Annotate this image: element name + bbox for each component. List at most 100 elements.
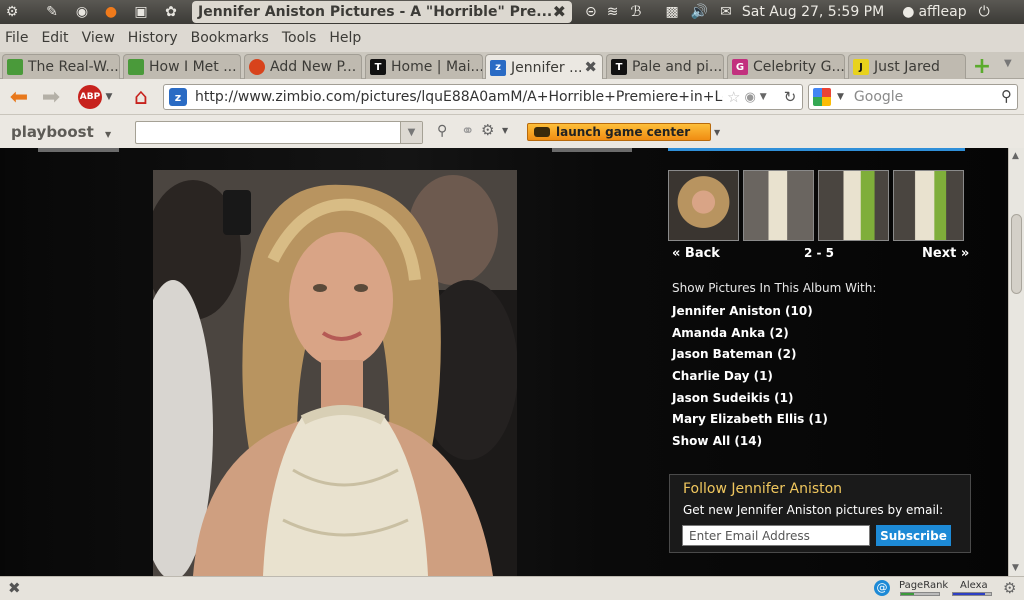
thumbnail[interactable] — [818, 170, 889, 241]
show-all-link[interactable]: Show All (14) — [672, 434, 828, 456]
tray-icons: ⊝ ≋ ℬ ▩ 🔊 ✉ Sat Aug 27, 5:59 PM ● afflea… — [585, 2, 990, 22]
select-dropdown-icon[interactable]: ▼ — [400, 122, 422, 143]
forward-arrow-icon[interactable]: ➡ — [38, 84, 64, 110]
battery-icon[interactable]: ▩ — [665, 4, 678, 20]
gear-dropdown-icon[interactable]: ▼ — [502, 126, 508, 135]
menu-file[interactable]: File — [5, 30, 28, 46]
alexa-meter — [952, 592, 992, 596]
adblock-dropdown-icon[interactable]: ▼ — [104, 84, 114, 110]
menu-history[interactable]: History — [128, 30, 178, 46]
tab-list-dropdown-icon[interactable]: ▼ — [1004, 58, 1012, 69]
album-person-link[interactable]: Mary Elizabeth Ellis (1) — [672, 412, 828, 434]
site-favicon-icon: z — [169, 88, 187, 106]
thumbnail[interactable] — [893, 170, 964, 241]
back-arrow-icon[interactable]: ⬅ — [6, 84, 32, 110]
search-engine-dropdown-icon[interactable]: ▼ — [837, 92, 844, 102]
scrollbar-thumb[interactable] — [1011, 214, 1022, 294]
pagerank-label: PageRank — [899, 580, 949, 591]
system-panel: ⚙ ✎ ◉ ● ▣ ✿ Jennifer Aniston Pictures - … — [0, 0, 1024, 24]
close-window-icon[interactable]: ✖ — [553, 2, 566, 21]
search-input[interactable]: Google — [854, 89, 903, 105]
scroll-up-arrow-icon[interactable]: ▲ — [1012, 151, 1019, 161]
tab-label: How I Met ... — [149, 59, 237, 75]
menu-bookmarks[interactable]: Bookmarks — [191, 30, 269, 46]
google-icon[interactable] — [813, 88, 831, 106]
tab-just-jared[interactable]: J Just Jared — [848, 54, 966, 79]
tab-pale-and-pink[interactable]: T Pale and pi... — [606, 54, 724, 79]
url-bar[interactable]: z http://www.zimbio.com/pictures/lquE88A… — [163, 84, 803, 110]
navigation-bar: ⬅ ➡ ABP ▼ ⌂ z http://www.zimbio.com/pict… — [0, 79, 1024, 115]
page-scrollbar[interactable]: ▲ ▼ — [1008, 148, 1024, 576]
album-person-link[interactable]: Jason Sudeikis (1) — [672, 391, 828, 413]
tab-jennifer-aniston[interactable]: z Jennifer ... ✖ — [485, 54, 603, 80]
main-photo[interactable] — [153, 170, 517, 576]
playboost-search-icon[interactable]: ⚲ — [437, 123, 447, 139]
email-input[interactable] — [682, 525, 870, 546]
adblock-icon[interactable]: ABP — [78, 84, 102, 110]
playboost-menu-icon[interactable]: ▼ — [105, 130, 111, 139]
thumbnail[interactable] — [668, 170, 739, 241]
minimize-icon[interactable]: ⊝ — [585, 4, 597, 20]
bookmark-star-icon[interactable]: ☆ — [727, 88, 740, 106]
power-icon[interactable]: ⏻ — [979, 4, 990, 20]
pagerank-icon[interactable]: ◉ — [744, 90, 755, 105]
volume-icon[interactable]: 🔊 — [691, 4, 708, 20]
menu-bar: File Edit View History Bookmarks Tools H… — [0, 24, 1024, 52]
album-person-link[interactable]: Jason Bateman (2) — [672, 347, 828, 369]
menu-tools[interactable]: Tools — [282, 30, 317, 46]
notes-icon[interactable]: ✎ — [41, 2, 63, 22]
home-icon[interactable]: ⌂ — [128, 84, 154, 110]
back-link[interactable]: « Back — [672, 246, 720, 261]
tab-close-icon[interactable]: ✖ — [584, 58, 597, 76]
subscribe-button[interactable]: Subscribe — [876, 525, 951, 546]
clock[interactable]: Sat Aug 27, 5:59 PM — [742, 4, 884, 20]
album-person-link[interactable]: Amanda Anka (2) — [672, 326, 828, 348]
ubuntu-logo-icon[interactable]: ⚙ — [1, 2, 23, 22]
close-statusbar-icon[interactable]: ✖ — [8, 579, 21, 597]
tab-favicon-icon — [128, 59, 144, 75]
search-bar[interactable]: ▼ Google ⚲ — [808, 84, 1018, 110]
window-title[interactable]: Jennifer Aniston Pictures - A "Horrible"… — [192, 1, 572, 23]
tab-real-world[interactable]: The Real-W... — [2, 54, 120, 79]
addon-gear-icon[interactable]: ⚙ — [1003, 579, 1016, 597]
menu-view[interactable]: View — [82, 30, 115, 46]
nav-tab-indicator[interactable] — [38, 148, 119, 152]
playboost-search-select[interactable]: ▼ — [135, 121, 423, 144]
menu-help[interactable]: Help — [329, 30, 361, 46]
bluetooth-icon[interactable]: ℬ — [630, 4, 641, 20]
playboost-toolbar: playboost ▼ ▼ ⚲ ⚭ ⚙ ▼ launch game center… — [0, 115, 1024, 148]
gear-icon[interactable]: ⚙ — [481, 121, 494, 139]
menu-edit[interactable]: Edit — [41, 30, 68, 46]
mail-icon[interactable]: ✉ — [720, 4, 732, 20]
pager-range: 2 - 5 — [804, 246, 835, 260]
firefox-icon[interactable]: ● — [100, 2, 122, 22]
playboost-logo[interactable]: playboost ▼ — [11, 123, 111, 141]
scroll-down-arrow-icon[interactable]: ▼ — [1012, 563, 1019, 573]
url-dropdown-icon[interactable]: ▼ — [760, 92, 767, 102]
album-person-link[interactable]: Jennifer Aniston (10) — [672, 304, 828, 326]
launcher-icon[interactable]: ▣ — [130, 2, 152, 22]
launch-dropdown-icon[interactable]: ▼ — [714, 128, 720, 137]
search-magnifier-icon[interactable]: ⚲ — [1001, 87, 1012, 105]
tab-favicon-icon: G — [732, 59, 748, 75]
tab-favicon-icon: J — [853, 59, 869, 75]
album-heading: Show Pictures In This Album With: — [672, 281, 877, 295]
tab-how-i-met[interactable]: How I Met ... — [123, 54, 241, 79]
new-tab-button[interactable]: + — [970, 54, 994, 79]
user-name[interactable]: affleap — [918, 4, 966, 20]
at-sign-icon[interactable]: @ — [874, 580, 890, 596]
next-link[interactable]: Next » — [922, 246, 969, 261]
follow-description: Get new Jennifer Aniston pictures by ema… — [683, 503, 944, 517]
settings-icon[interactable]: ◉ — [71, 2, 93, 22]
reload-icon[interactable]: ↻ — [780, 84, 800, 110]
tab-add-new-post[interactable]: Add New P... — [244, 54, 362, 79]
nav-tab-indicator[interactable] — [552, 148, 632, 152]
wifi-icon[interactable]: ≋ — [607, 4, 619, 20]
thumbnail[interactable] — [743, 170, 814, 241]
url-text[interactable]: http://www.zimbio.com/pictures/lquE88A0a… — [195, 89, 723, 105]
tab-home-main[interactable]: T Home | Mai... — [365, 54, 483, 79]
launch-game-center-button[interactable]: launch game center — [527, 123, 711, 141]
tab-celebrity-gossip[interactable]: G Celebrity G... — [727, 54, 845, 79]
network-tool-icon[interactable]: ✿ — [160, 2, 182, 22]
album-person-link[interactable]: Charlie Day (1) — [672, 369, 828, 391]
